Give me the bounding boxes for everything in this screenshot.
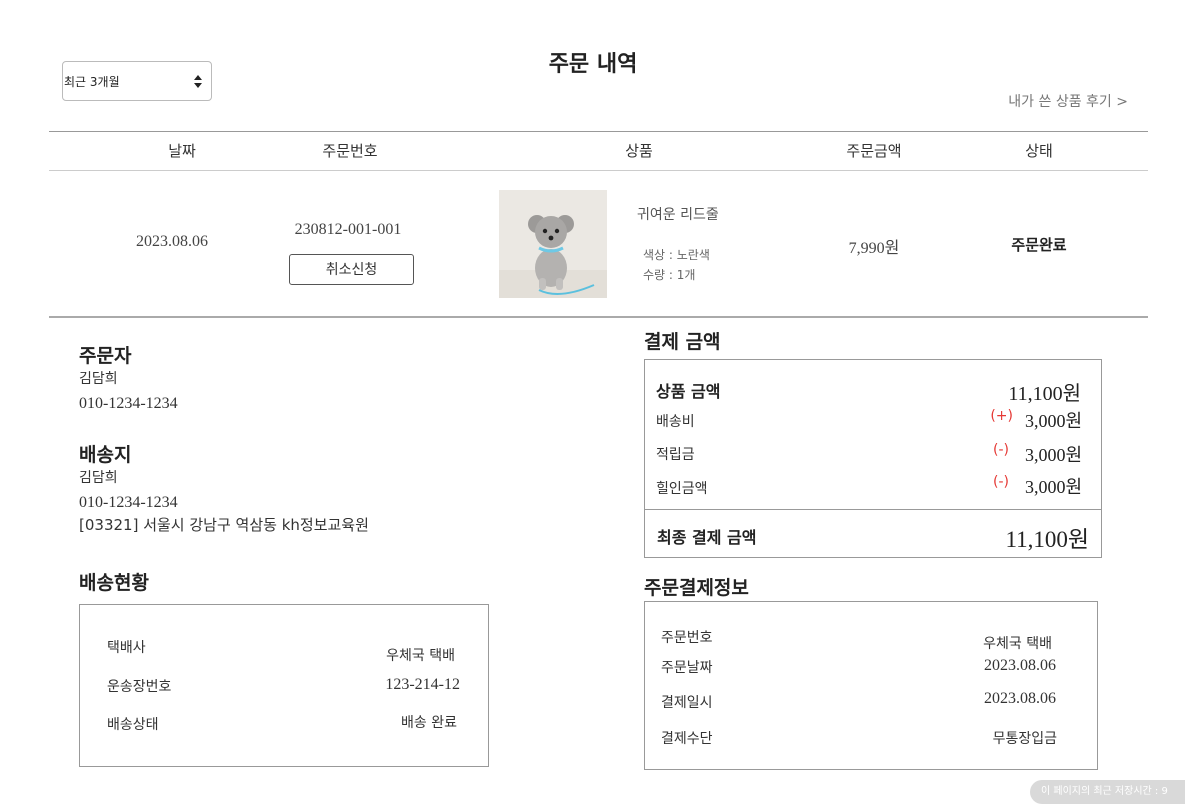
delivery-status-title: 배송현황 [79,572,149,594]
final-amount-label: 최종 결제 금액 [657,528,757,547]
shipping-address: [03321] 서울시 강남구 역삼동 kh정보교육원 [79,516,369,534]
delivery-row-value: 배송 완료 [401,715,457,731]
save-time-badge: 이 페이지의 최근 저장시간 : 9 [1030,780,1185,804]
shipping-fee-value: 3,000원 [1024,411,1082,431]
col-date: 날짜 [168,142,196,160]
payment-info-label: 결제일시 [661,695,713,711]
my-reviews-link[interactable]: 내가 쓴 상품 후기 > [1008,91,1128,111]
cancel-request-button[interactable]: 취소신청 [289,254,414,285]
payment-info-value: 무통장입금 [992,731,1057,747]
orderer-title: 주문자 [79,345,132,367]
page-title: 주문 내역 [548,52,638,77]
col-amount: 주문금액 [846,142,902,160]
orderer-name: 김담희 [79,371,118,387]
payment-amount-title: 결제 금액 [644,331,721,353]
payment-info-box: 주문번호 우체국 택배 주문날짜 2023.08.06 결제일시 2023.08… [644,601,1098,770]
delivery-row-label: 배송상태 [107,717,159,733]
shipping-fee-label: 배송비 [656,414,695,430]
payment-info-label: 주문날짜 [661,660,713,676]
discount-value: 3,000원 [1024,477,1082,497]
col-status: 상태 [1025,142,1053,160]
discount-sign: (-) [993,474,1009,490]
save-time-text: 이 페이지의 최근 저장시간 : 9 [1030,780,1185,804]
product-option-color: 색상 : 노란색 [643,248,710,262]
poodle-photo-icon [499,190,607,298]
product-amount-label: 상품 금액 [656,382,721,401]
order-amount: 7,990원 [848,240,900,257]
shipping-name: 김담희 [79,470,118,486]
payment-info-value: 2023.08.06 [984,690,1056,707]
product-image[interactable] [499,190,607,298]
col-order-no: 주문번호 [322,142,378,160]
payment-info-value: 2023.08.06 [984,657,1056,674]
table-header-divider [49,170,1148,171]
order-number: 230812-001-001 [294,221,402,238]
shipping-phone: 010-1234-1234 [79,494,178,511]
product-name[interactable]: 귀여운 리드줄 [637,204,719,224]
payment-info-title: 주문결제정보 [644,577,749,599]
points-value: 3,000원 [1024,445,1082,465]
payment-info-label: 결제수단 [661,731,713,747]
final-amount-divider [645,509,1101,510]
delivery-status-box: 택배사 우체국 택배 운송장번호 123-214-12 배송상태 배송 완료 [79,604,489,767]
discount-label: 힐인금액 [656,481,708,497]
points-label: 적립금 [656,447,695,463]
delivery-row-label: 택배사 [107,640,146,656]
delivery-row-label: 운송장번호 [107,679,172,695]
payment-info-value: 우체국 택배 [983,636,1052,652]
final-amount-value: 11,100원 [1005,527,1089,552]
product-amount-value: 11,100원 [1008,383,1081,405]
table-bottom-divider [49,316,1148,318]
payment-info-label: 주문번호 [661,630,713,646]
shipping-fee-sign: (+) [990,408,1013,424]
orderer-phone: 010-1234-1234 [79,395,178,412]
table-top-divider [49,131,1148,132]
order-status: 주문완료 [1011,236,1067,254]
shipping-title: 배송지 [79,444,132,466]
delivery-row-value: 123-214-12 [385,676,460,693]
order-date: 2023.08.06 [136,233,208,250]
col-product: 상품 [625,142,653,160]
payment-amount-box: 상품 금액 11,100원 배송비 (+) 3,000원 적립금 (-) 3,0… [644,359,1102,558]
points-sign: (-) [993,442,1009,458]
delivery-row-value: 우체국 택배 [386,648,455,664]
product-option-qty: 수량 : 1개 [643,268,696,282]
